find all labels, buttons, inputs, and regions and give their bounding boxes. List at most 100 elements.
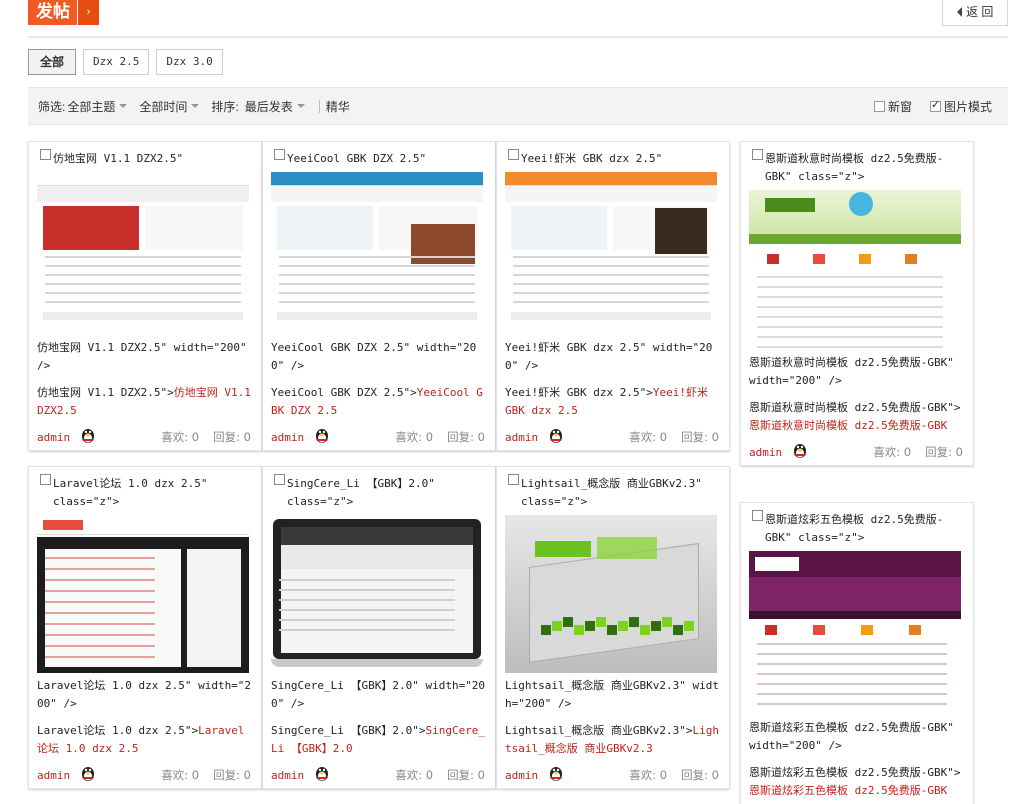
thread-select-checkbox[interactable] — [752, 510, 763, 521]
author-link[interactable]: admin — [505, 431, 538, 444]
qq-penguin-icon[interactable] — [314, 426, 330, 444]
thread-card[interactable]: Lightsail_概念版 商业GBKv2.3" class="z"> Ligh… — [496, 466, 730, 789]
tab-all[interactable]: 全部 — [28, 49, 77, 75]
filter-theme-dropdown[interactable]: 全部主题 — [67, 98, 128, 115]
thread-thumbnail[interactable] — [749, 190, 961, 350]
thread-title-prefix: Lightsail_概念版 商业GBKv2.3"> — [505, 724, 693, 737]
thread-card[interactable]: YeeiCool GBK DZX 2.5" class="z"> YeeiCoo… — [262, 141, 496, 451]
image-mode-checkbox[interactable] — [929, 98, 941, 112]
thread-select-checkbox[interactable] — [508, 149, 519, 160]
filter-time-dropdown[interactable]: 全部时间 — [139, 98, 200, 115]
author-link[interactable]: admin — [749, 446, 782, 459]
thread-title-prefix: 恩斯道秋意时尚模板 dz2.5免费版-GBK"> — [749, 401, 961, 414]
thread-card[interactable]: 仿地宝网 V1.1 DZX2.5" class="z"> 仿地宝网 V1.1 D… — [28, 141, 262, 451]
chevron-down-icon — [296, 104, 305, 108]
thread-image-alt-text: SingCere_Li 【GBK】2.0" class="z"> — [287, 477, 435, 508]
thread-title-link[interactable]: 恩斯道秋意时尚模板 dz2.5免费版-GBK — [749, 419, 947, 432]
thread-select-checkbox[interactable] — [508, 474, 519, 485]
thread-thumbnail[interactable] — [271, 172, 483, 335]
thread-title-prefix: YeeiCool GBK DZX 2.5"> — [271, 386, 417, 399]
qq-penguin-icon[interactable] — [80, 764, 96, 782]
back-button-label: 返 回 — [966, 5, 994, 19]
likes-count: 喜欢: 0 — [161, 430, 200, 444]
replies-count: 回复: 0 — [447, 430, 485, 444]
thread-image-caption: Yeei!虾米 GBK dzx 2.5" width="200" /> — [505, 341, 713, 372]
thread-select-checkbox[interactable] — [274, 474, 285, 485]
replies-count: 回复: 0 — [213, 768, 251, 782]
likes-count: 喜欢: 0 — [161, 768, 200, 782]
thread-image-alt-text: Lightsail_概念版 商业GBKv2.3" class="z"> — [521, 477, 702, 508]
thread-image-alt-text: Laravel论坛 1.0 dzx 2.5" class="z"> — [53, 477, 208, 508]
thread-select-checkbox[interactable] — [40, 474, 51, 485]
thread-select-checkbox[interactable] — [274, 149, 285, 160]
thread-title: YeeiCool GBK DZX 2.5">YeeiCool GBK DZX 2… — [271, 384, 487, 420]
thread-title-link[interactable]: 恩斯道炫彩五色模板 dz2.5免费版-GBK — [749, 784, 947, 797]
thread-image-caption: 恩斯道秋意时尚模板 dz2.5免费版-GBK" width="200" /> — [749, 356, 954, 387]
thread-card[interactable]: SingCere_Li 【GBK】2.0" class="z"> SingCer… — [262, 466, 496, 789]
tab-dzx-30[interactable]: Dzx 3.0 — [156, 49, 223, 75]
thread-footer: admin 喜欢: 0 回复: 0 — [37, 428, 253, 450]
thread-title-prefix: Yeei!虾米 GBK dzx 2.5"> — [505, 386, 653, 399]
filter-divider — [318, 99, 320, 113]
new-window-checkbox[interactable] — [873, 100, 885, 112]
thread-footer: admin 喜欢: 0 回复: 0 — [271, 428, 487, 450]
thread-footer: admin 喜欢: 0 回复: 0 — [505, 428, 721, 450]
thread-card[interactable]: Laravel论坛 1.0 dzx 2.5" class="z"> Larave… — [28, 466, 262, 789]
thread-title-prefix: 恩斯道炫彩五色模板 dz2.5免费版-GBK"> — [749, 766, 961, 779]
tab-dzx-25[interactable]: Dzx 2.5 — [83, 49, 150, 75]
likes-count: 喜欢: 0 — [629, 430, 668, 444]
qq-penguin-icon[interactable] — [548, 764, 564, 782]
likes-count: 喜欢: 0 — [395, 430, 434, 444]
thread-image-alt-text: Yeei!虾米 GBK dzx 2.5" class="z"> — [521, 152, 663, 172]
qq-penguin-icon[interactable] — [548, 426, 564, 444]
author-link[interactable]: admin — [271, 431, 304, 444]
thread-thumbnail[interactable] — [505, 515, 717, 673]
thread-stats: 喜欢: 0 回复: 0 — [147, 767, 251, 783]
thread-image-alt-text: YeeiCool GBK DZX 2.5" class="z"> — [287, 152, 427, 172]
back-arrow-icon — [957, 7, 962, 17]
post-dropdown-arrow[interactable]: › — [77, 0, 99, 25]
thread-thumbnail[interactable] — [271, 515, 483, 673]
thread-image-alt-text: 仿地宝网 V1.1 DZX2.5" class="z"> — [53, 152, 184, 172]
post-button[interactable]: 发帖 › — [28, 0, 99, 25]
author-link[interactable]: admin — [37, 431, 70, 444]
header-divider — [28, 36, 1008, 38]
author-link[interactable]: admin — [505, 769, 538, 782]
thread-title: 恩斯道秋意时尚模板 dz2.5免费版-GBK"> 恩斯道秋意时尚模板 dz2.5免… — [749, 399, 965, 435]
back-button[interactable]: 返 回 — [942, 0, 1008, 26]
image-mode-toggle[interactable]: 图片模式 — [929, 98, 992, 115]
replies-count: 回复: 0 — [681, 768, 719, 782]
likes-count: 喜欢: 0 — [629, 768, 668, 782]
author-link[interactable]: admin — [37, 769, 70, 782]
image-mode-label: 图片模式 — [943, 99, 992, 114]
thread-card[interactable]: 恩斯道炫彩五色模板 dz2.5免费版-GBK" class="z"> 恩斯道炫彩… — [740, 502, 974, 804]
thread-card[interactable]: 恩斯道秋意时尚模板 dz2.5免费版-GBK" class="z"> 恩斯道秋意… — [740, 141, 974, 466]
thread-stats: 喜欢: 0 回复: 0 — [615, 767, 719, 783]
thread-thumbnail[interactable] — [505, 172, 717, 335]
thread-title: Lightsail_概念版 商业GBKv2.3">Lightsail_概念版 商… — [505, 722, 721, 758]
sort-dropdown[interactable]: 最后发表 — [245, 98, 305, 115]
thread-thumbnail[interactable] — [749, 551, 961, 715]
thread-title: Laravel论坛 1.0 dzx 2.5">Laravel论坛 1.0 dzx… — [37, 722, 253, 758]
qq-penguin-icon[interactable] — [792, 441, 808, 459]
thread-image-caption: Laravel论坛 1.0 dzx 2.5" width="200" /> — [37, 679, 252, 710]
thread-card[interactable]: Yeei!虾米 GBK dzx 2.5" class="z"> Yeei!虾米 … — [496, 141, 730, 451]
thread-thumbnail[interactable] — [37, 172, 249, 335]
thread-footer: admin 喜欢: 0 回复: 0 — [271, 766, 487, 788]
likes-count: 喜欢: 0 — [873, 445, 912, 459]
thread-stats: 喜欢: 0 回复: 0 — [147, 429, 251, 445]
post-button-label: 发帖 — [28, 0, 77, 25]
qq-penguin-icon[interactable] — [314, 764, 330, 782]
digest-link[interactable]: 精华 — [326, 98, 350, 115]
thread-select-checkbox[interactable] — [752, 149, 763, 160]
author-link[interactable]: admin — [271, 769, 304, 782]
thread-thumbnail[interactable] — [37, 515, 249, 673]
thread-title: 仿地宝网 V1.1 DZX2.5">仿地宝网 V1.1 DZX2.5 — [37, 384, 253, 420]
thread-title: SingCere_Li 【GBK】2.0">SingCere_Li 【GBK】2… — [271, 722, 487, 758]
thread-footer: admin 喜欢: 0 回复: 0 — [505, 766, 721, 788]
thread-stats: 喜欢: 0 回复: 0 — [381, 767, 485, 783]
new-window-toggle[interactable]: 新窗 — [873, 98, 912, 115]
thread-select-checkbox[interactable] — [40, 149, 51, 160]
thread-title: 恩斯道炫彩五色模板 dz2.5免费版-GBK"> 恩斯道炫彩五色模板 dz2.5免… — [749, 764, 965, 800]
qq-penguin-icon[interactable] — [80, 426, 96, 444]
